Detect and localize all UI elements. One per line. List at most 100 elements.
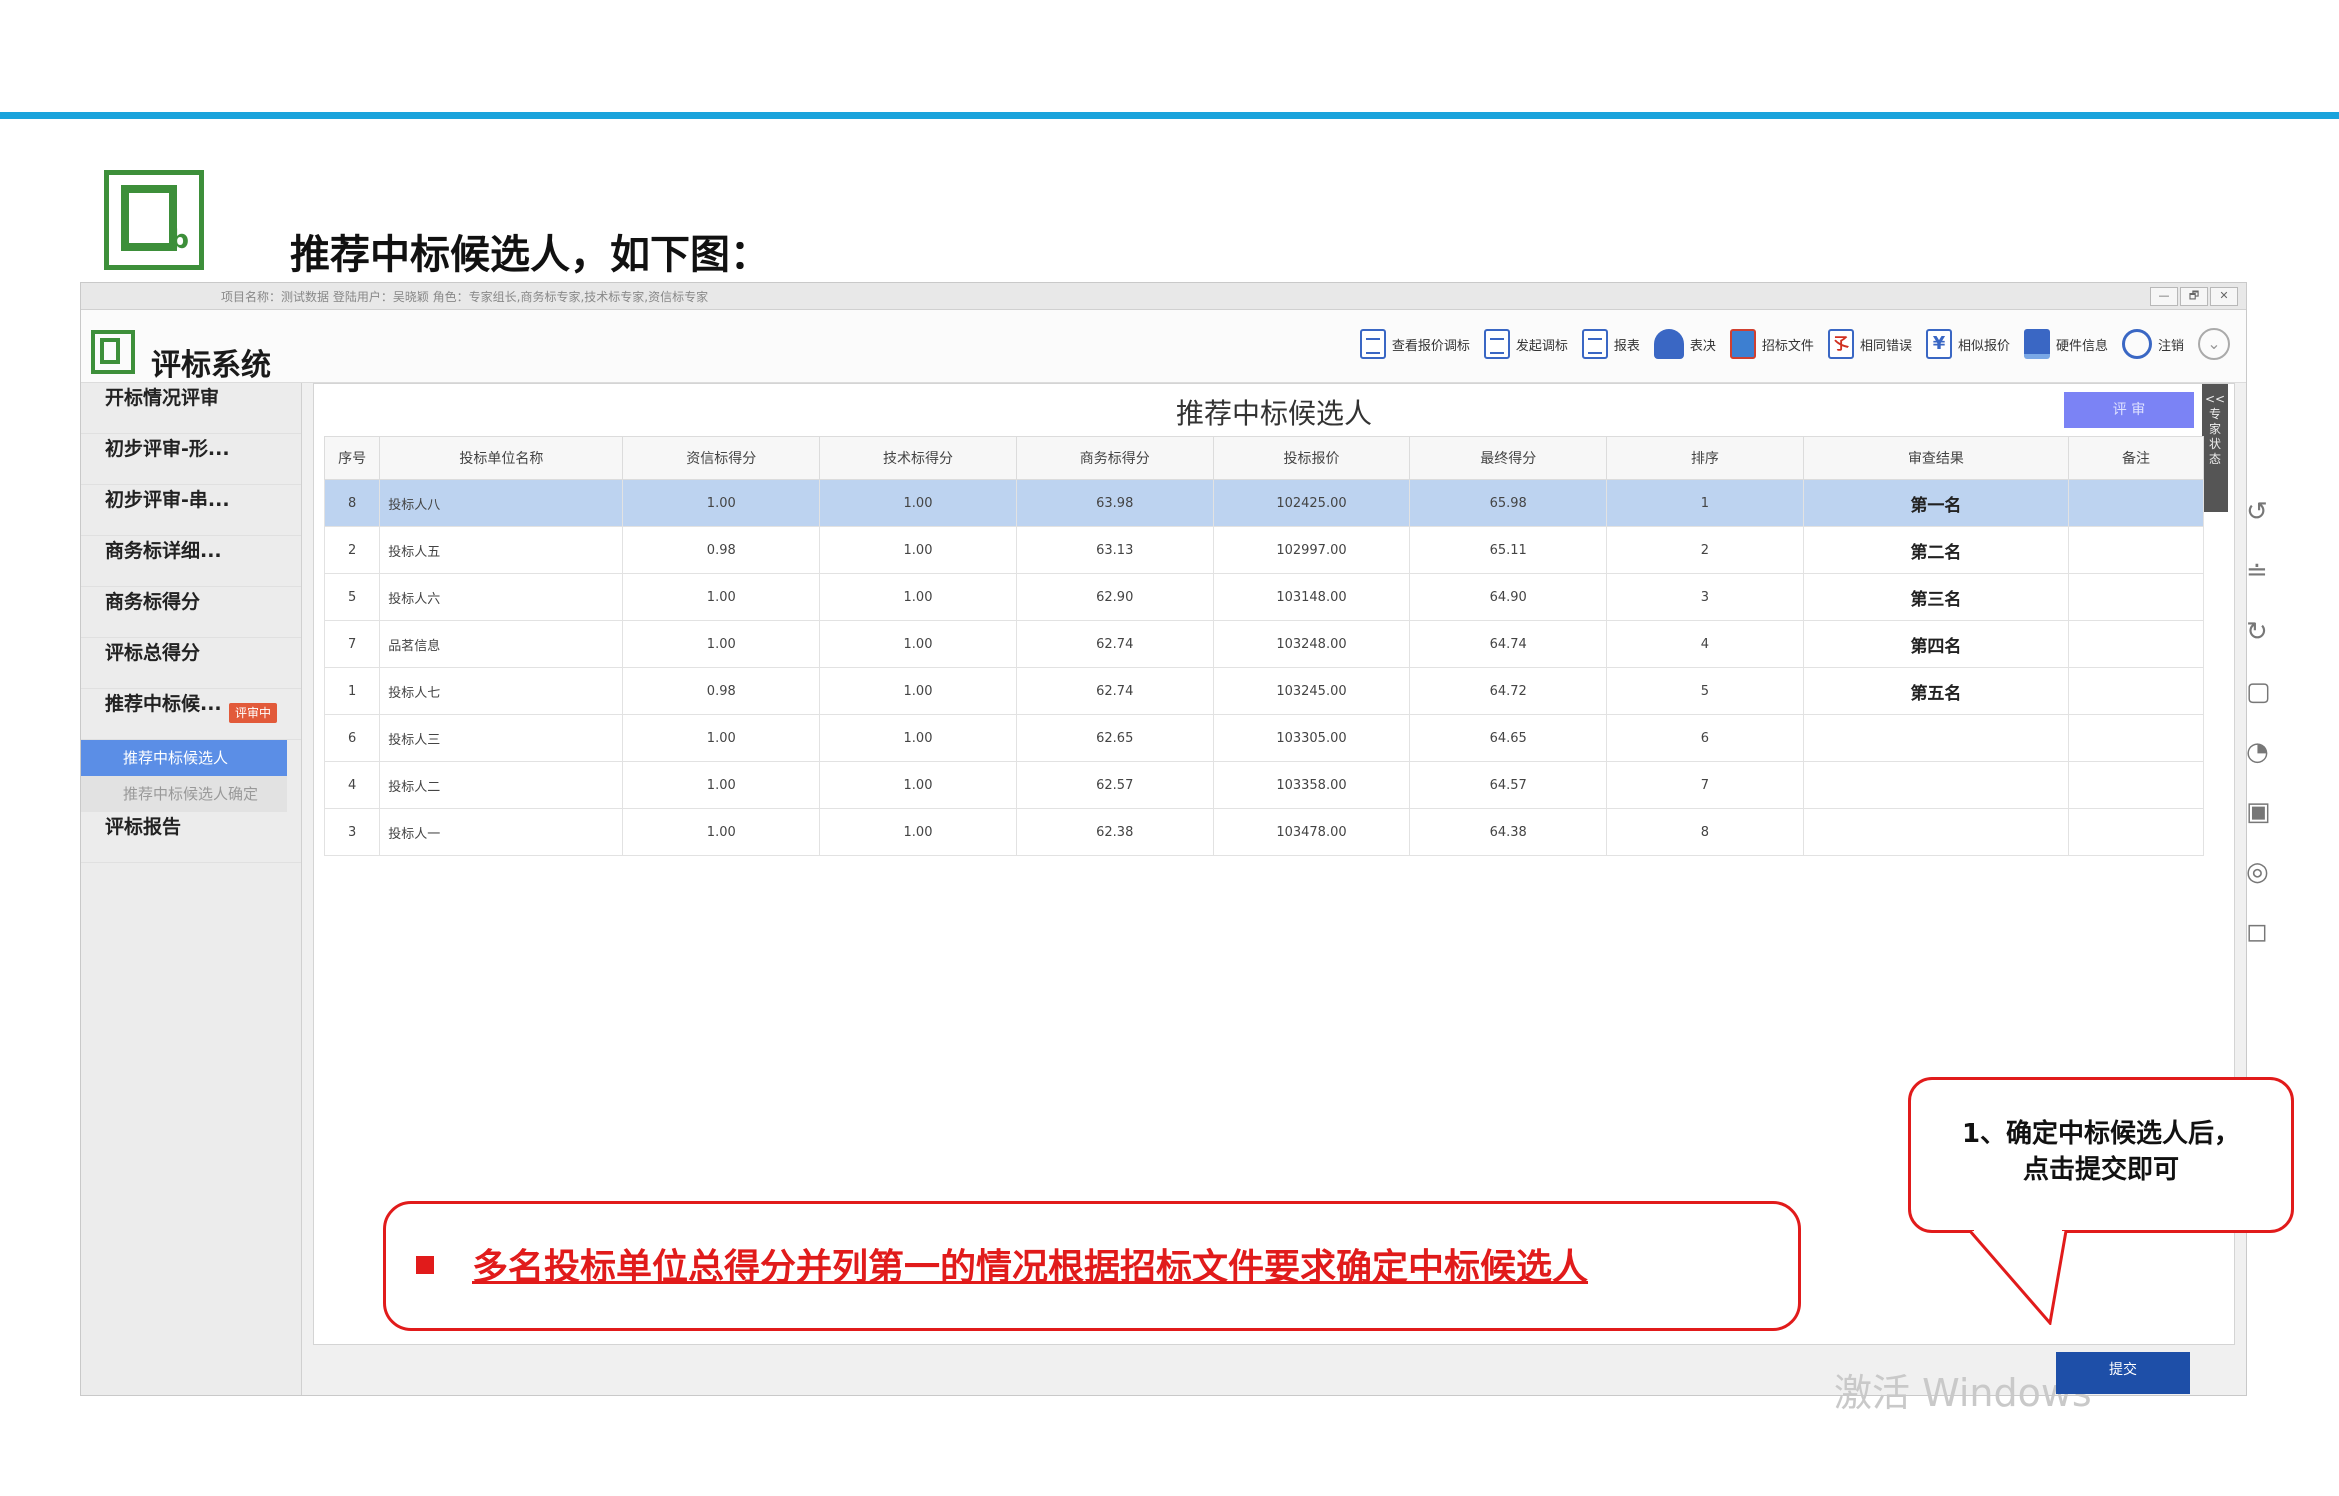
hardware-info-button[interactable]: 硬件信息 — [2023, 329, 2108, 359]
sidebar-subitem-recommend-candidates[interactable]: 推荐中标候选人 — [81, 740, 287, 776]
table-cell-final: 64.90 — [1409, 573, 1608, 621]
sidebar-item-prelim-form[interactable]: 初步评审-形... — [81, 434, 301, 485]
sidebar-item-opening-review[interactable]: 开标情况评审 — [81, 383, 301, 434]
doc-icon — [1483, 329, 1510, 359]
col-header[interactable]: 审查结果 — [1802, 436, 2070, 480]
view-price-adjust-button[interactable]: 查看报价调标 — [1359, 329, 1470, 359]
table-cell-rank: 5 — [1606, 667, 1804, 715]
sidebar-subitem-confirm-candidates[interactable]: 推荐中标候选人确定 — [81, 776, 287, 812]
table-row[interactable]: 5 投标人六 1.00 1.00 62.90 103148.00 64.90 3 第三名 — [323, 573, 2204, 621]
table-cell-c2: 1.00 — [819, 761, 1017, 809]
sidebar-item-business-detail[interactable]: 商务标详细... — [81, 536, 301, 587]
table-cell-c2: 1.00 — [819, 714, 1017, 762]
expert-status-tab[interactable]: << 专 家 状 态 — [2202, 384, 2228, 512]
table-cell-price: 103358.00 — [1212, 761, 1411, 809]
table-cell-c3: 62.90 — [1015, 573, 1214, 621]
col-header[interactable]: 备注 — [2068, 436, 2204, 480]
col-header[interactable]: 最终得分 — [1409, 436, 1608, 480]
table-cell-rank: 7 — [1606, 761, 1804, 809]
table-cell-final: 64.72 — [1409, 667, 1608, 715]
candidates-table: 序号 投标单位名称 资信标得分 技术标得分 商务标得分 投标报价 最终得分 排序… — [323, 436, 2204, 856]
table-cell-note — [2068, 808, 2204, 856]
app-header: 评标系统 查看报价调标 发起调标 报表 表决 招标文件 孓相同错误 ¥ 相似报价 … — [81, 310, 2246, 383]
col-header[interactable]: 投标报价 — [1212, 436, 1411, 480]
table-row[interactable]: 2 投标人五 0.98 1.00 63.13 102997.00 65.11 2 第二名 — [323, 526, 2204, 574]
table-row[interactable]: 6 投标人三 1.00 1.00 62.65 103305.00 64.65 6 — [323, 714, 2204, 762]
window-controls: — 🗗 ✕ — [2150, 287, 2238, 306]
col-header[interactable]: 资信标得分 — [622, 436, 821, 480]
table-cell-price: 103148.00 — [1212, 573, 1411, 621]
table-cell-c1: 1.00 — [622, 714, 821, 762]
doc-icon — [1581, 329, 1608, 359]
table-cell-no: 1 — [323, 667, 381, 715]
table-cell-price: 103305.00 — [1212, 714, 1411, 762]
sidebar-item-business-score[interactable]: 商务标得分 — [81, 587, 301, 638]
right-edge-icons: ↺ ≐ ↻ ▢ ◔ ▣ ◎ ◻ — [2240, 282, 2280, 982]
table-cell-rank: 1 — [1606, 479, 1804, 527]
slide-top-line — [0, 112, 2339, 119]
table-cell-c3: 62.65 — [1015, 714, 1214, 762]
table-row[interactable]: 7 品茗信息 1.00 1.00 62.74 103248.00 64.74 4 第四名 — [323, 620, 2204, 668]
status-badge: 评审中 — [229, 703, 278, 723]
app-logo — [91, 330, 135, 374]
logout-button[interactable]: 注销 — [2121, 329, 2184, 359]
table-cell-final: 65.11 — [1409, 526, 1608, 574]
same-error-button[interactable]: 孓相同错误 — [1827, 329, 1912, 359]
table-cell-c3: 62.74 — [1015, 620, 1214, 668]
close-button[interactable]: ✕ — [2210, 287, 2238, 306]
sidebar-item-total-score[interactable]: 评标总得分 — [81, 638, 301, 689]
red-note-callout: 多名投标单位总得分并列第一的情况根据招标文件要求确定中标候选人 — [383, 1201, 1801, 1331]
table-row[interactable]: 1 投标人七 0.98 1.00 62.74 103245.00 64.72 5 第五名 — [323, 667, 2204, 715]
right-edge-icon: ◻ — [2246, 917, 2268, 947]
submit-button[interactable]: 提交 — [2056, 1352, 2190, 1394]
instruction-bubble: 1、确定中标候选人后， 点击提交即可 — [1908, 1077, 2294, 1233]
table-row[interactable]: 4 投标人二 1.00 1.00 62.57 103358.00 64.57 7 — [323, 761, 2204, 809]
sidebar-item-prelim-collusion[interactable]: 初步评审-串... — [81, 485, 301, 536]
table-cell-c2: 1.00 — [819, 526, 1017, 574]
slide-logo: b — [104, 170, 204, 270]
table-cell-price: 103248.00 — [1212, 620, 1411, 668]
evaluate-button[interactable]: 评 审 — [2064, 392, 2194, 428]
col-header[interactable]: 商务标得分 — [1015, 436, 1214, 480]
table-cell-note — [2068, 761, 2204, 809]
bubble-line-2: 点击提交即可 — [2022, 1155, 2179, 1185]
col-header[interactable]: 排序 — [1606, 436, 1804, 480]
bullet-square-icon — [416, 1256, 434, 1274]
vote-button[interactable]: 表决 — [1653, 329, 1716, 359]
table-cell-name: 投标人六 — [379, 573, 624, 621]
table-cell-final: 64.57 — [1409, 761, 1608, 809]
table-cell-result: 第一名 — [1802, 479, 2070, 527]
restore-button[interactable]: 🗗 — [2180, 287, 2208, 306]
tender-file-button[interactable]: 招标文件 — [1729, 329, 1814, 359]
sidebar: 开标情况评审 初步评审-形... 初步评审-串... 商务标详细... 商务标得… — [81, 383, 302, 1395]
sidebar-item-report[interactable]: 评标报告 — [81, 812, 301, 863]
sidebar-item-recommend[interactable]: 推荐中标候... 评审中 — [81, 689, 301, 740]
table-cell-name: 投标人一 — [379, 808, 624, 856]
table-cell-price: 102997.00 — [1212, 526, 1411, 574]
table-cell-c2: 1.00 — [819, 667, 1017, 715]
table-row[interactable]: 8 投标人八 1.00 1.00 63.98 102425.00 65.98 1 第一名 — [323, 479, 2204, 527]
right-edge-icon: ▢ — [2246, 677, 2271, 707]
table-cell-c3: 63.98 — [1015, 479, 1214, 527]
col-header[interactable]: 技术标得分 — [819, 436, 1017, 480]
toolbar: 查看报价调标 发起调标 报表 表决 招标文件 孓相同错误 ¥ 相似报价 硬件信息 … — [1359, 328, 2230, 360]
report-button[interactable]: 报表 — [1581, 329, 1640, 359]
collapse-header-button[interactable]: ⌄ — [2198, 328, 2230, 360]
sidebar-item-label: 推荐中标候... — [105, 693, 222, 715]
col-header[interactable]: 序号 — [323, 436, 381, 480]
windows-watermark: 激活 Windows — [1834, 1371, 2092, 1415]
doc-icon — [1359, 329, 1386, 359]
table-cell-c2: 1.00 — [819, 573, 1017, 621]
right-edge-icon: ◔ — [2246, 737, 2269, 767]
col-header[interactable]: 投标单位名称 — [379, 436, 624, 480]
similar-price-button[interactable]: ¥ 相似报价 — [1925, 329, 2010, 359]
table-cell-note — [2068, 479, 2204, 527]
start-adjust-button[interactable]: 发起调标 — [1483, 329, 1568, 359]
table-cell-c3: 62.57 — [1015, 761, 1214, 809]
table-cell-note — [2068, 526, 2204, 574]
table-cell-result — [1802, 761, 2070, 809]
minimize-button[interactable]: — — [2150, 287, 2178, 306]
table-cell-result: 第五名 — [1802, 667, 2070, 715]
table-row[interactable]: 3 投标人一 1.00 1.00 62.38 103478.00 64.38 8 — [323, 808, 2204, 856]
table-cell-note — [2068, 573, 2204, 621]
